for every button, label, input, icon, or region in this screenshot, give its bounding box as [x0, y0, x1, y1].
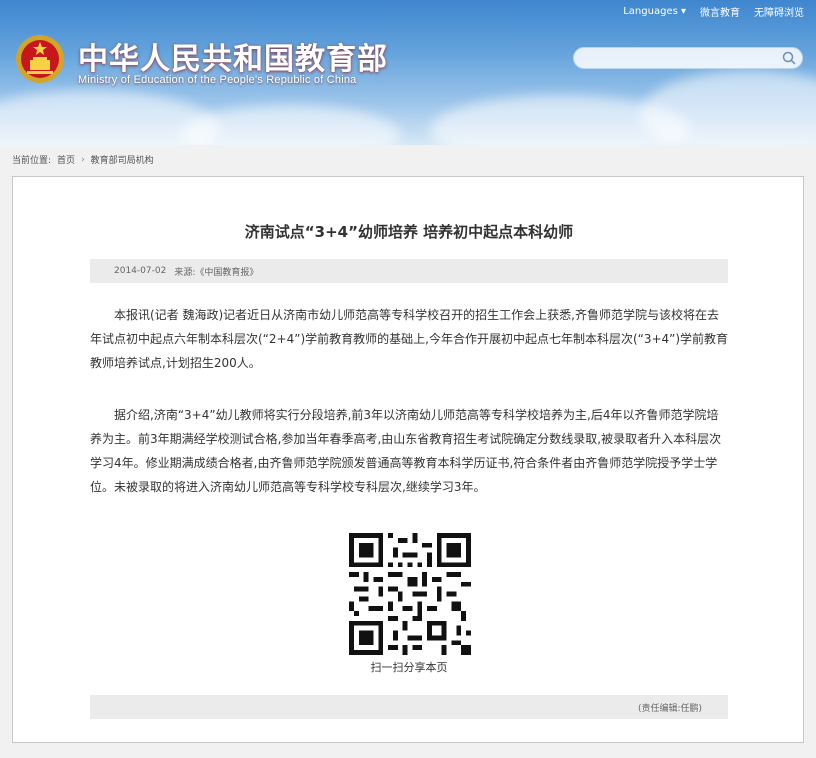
article-footer: (责任编辑:任鹏) — [90, 695, 728, 719]
site-header: Languages ▾ 微言教育 无障碍浏览 中华人民共和国教育部 Minist… — [0, 0, 816, 145]
qr-caption: 扫一扫分享本页 — [370, 661, 448, 674]
article-paragraph: 据介绍,济南“3+4”幼儿教师将实行分段培养,前3年以济南幼儿师范高等专科学校培… — [90, 408, 722, 494]
search-box[interactable] — [573, 47, 803, 69]
site-subtitle: Ministry of Education of the People's Re… — [78, 74, 357, 86]
top-nav: Languages ▾ 微言教育 无障碍浏览 — [623, 4, 804, 19]
cloud-decoration — [180, 105, 400, 145]
languages-link[interactable]: Languages ▾ — [623, 6, 686, 17]
qr-code — [349, 533, 471, 655]
article-paragraph: 本报讯(记者 魏海政)记者近日从济南市幼儿师范高等专科学校召开的招生工作会上获悉… — [90, 308, 729, 370]
breadcrumb-home-link[interactable]: 首页 — [57, 153, 75, 166]
accessibility-link[interactable]: 无障碍浏览 — [754, 4, 804, 19]
breadcrumb-prefix: 当前位置: — [12, 156, 52, 166]
weibo-link[interactable]: 微言教育 — [700, 4, 740, 19]
editor-credit: (责任编辑:任鹏) — [637, 703, 702, 714]
chevron-right-icon: › — [81, 154, 85, 165]
article-source: 来源:《中国教育报》 — [174, 267, 259, 278]
chevron-down-icon: ▾ — [680, 6, 686, 17]
breadcrumb: 当前位置: 首页 › 教育部司局机构 — [12, 153, 154, 167]
article-meta: 2014-07-02 来源:《中国教育报》 — [90, 259, 728, 283]
cloud-decoration — [640, 70, 816, 145]
languages-label: Languages — [623, 6, 678, 17]
national-emblem-icon — [16, 35, 64, 83]
search-icon[interactable] — [782, 51, 796, 65]
site-title: 中华人民共和国教育部 — [78, 42, 388, 77]
breadcrumb-department-link[interactable]: 教育部司局机构 — [91, 153, 154, 166]
article-date: 2014-07-02 — [114, 266, 167, 276]
article-panel: 济南试点“3+4”幼师培养 培养初中起点本科幼师 2014-07-02 来源:《… — [12, 176, 804, 743]
article-title: 济南试点“3+4”幼师培养 培养初中起点本科幼师 — [244, 223, 574, 241]
